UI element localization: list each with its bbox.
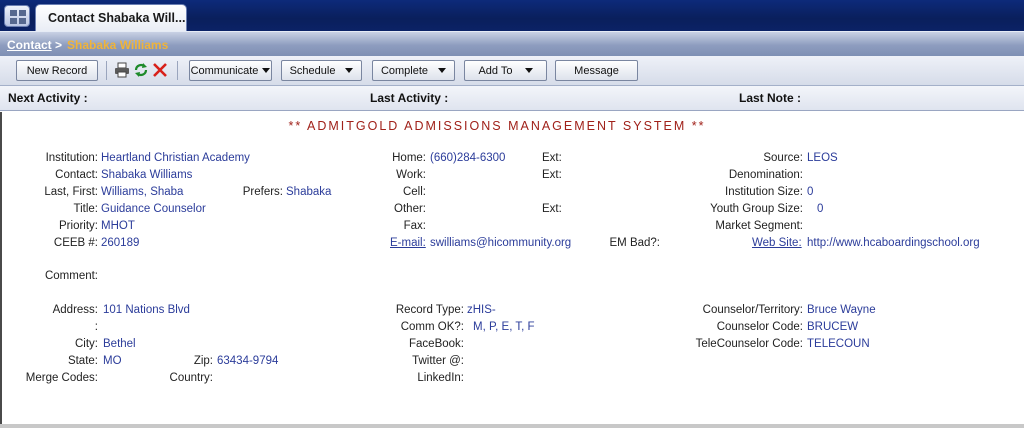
comm-ok-value[interactable]: M, P, E, T, F — [473, 321, 535, 333]
cell-phone-label: Cell: — [402, 186, 426, 198]
website-link[interactable]: Web Site: — [752, 237, 802, 249]
contact-detail-panel: ** ADMITGOLD ADMISSIONS MANAGEMENT SYSTE… — [0, 112, 1024, 428]
institution-label: Institution: — [45, 152, 98, 164]
breadcrumb-separator: > — [55, 38, 63, 52]
institution-size-label: Institution Size: — [725, 186, 803, 198]
work-phone-label: Work: — [396, 169, 426, 181]
home-ext-label: Ext: — [542, 152, 562, 164]
prefers-label: Prefers: — [242, 186, 283, 198]
communicate-dropdown[interactable]: Communicate — [189, 60, 272, 81]
other-phone-label: Other: — [394, 203, 426, 215]
other-ext-label: Ext: — [542, 203, 562, 215]
city-label: City: — [75, 338, 98, 350]
country-label: Country: — [169, 372, 213, 384]
institution-value[interactable]: Heartland Christian Academy — [101, 152, 250, 164]
schedule-label: Schedule — [289, 64, 336, 77]
comm-ok-label: Comm OK?: — [400, 321, 464, 333]
telecounselor-code-label: TeleCounselor Code: — [695, 338, 803, 350]
caret-down-icon — [262, 68, 271, 73]
twitter-label: Twitter @: — [412, 355, 464, 367]
home-phone-label: Home: — [392, 152, 426, 164]
comment-label: Comment: — [44, 270, 98, 282]
bottom-border — [0, 424, 1024, 428]
add-to-label: Add To — [478, 64, 513, 77]
youth-group-size-value[interactable]: 0 — [817, 203, 823, 215]
communicate-label: Communicate — [190, 64, 259, 77]
complete-dropdown[interactable]: Complete — [372, 60, 455, 81]
new-record-label: New Record — [26, 64, 88, 77]
address-value[interactable]: 101 Nations Blvd — [103, 304, 190, 316]
toolbar: New Record Communicate Schedule Complete… — [0, 56, 1024, 86]
refresh-icon[interactable] — [133, 62, 149, 78]
breadcrumb: Contact > Shabaka Williams — [0, 31, 1024, 56]
activity-bar: Next Activity : Last Activity : Last Not… — [0, 86, 1024, 111]
address-line2-label: : — [94, 321, 98, 333]
record-type-value[interactable]: zHIS- — [467, 304, 496, 316]
denomination-label: Denomination: — [728, 169, 803, 181]
printer-icon[interactable] — [114, 62, 130, 78]
delete-icon[interactable] — [152, 62, 168, 78]
new-record-button[interactable]: New Record — [16, 60, 98, 81]
tab-contact[interactable]: Contact Shabaka Will... — [35, 4, 187, 31]
zip-value[interactable]: 63434-9794 — [217, 355, 278, 367]
em-bad-label: EM Bad?: — [609, 237, 661, 249]
last-first-label: Last, First: — [44, 186, 98, 198]
linkedin-label: LinkedIn: — [417, 372, 464, 384]
last-note-label: Last Note : — [739, 91, 802, 105]
last-activity-label: Last Activity : — [370, 91, 449, 105]
address-label: Address: — [52, 304, 98, 316]
caret-down-icon — [345, 68, 354, 73]
title-label: Title: — [73, 203, 99, 215]
schedule-dropdown[interactable]: Schedule — [281, 60, 362, 81]
zip-label: Zip: — [193, 355, 213, 367]
grid-icon[interactable] — [4, 5, 30, 27]
state-value[interactable]: MO — [103, 355, 122, 367]
caret-down-icon — [524, 68, 533, 73]
work-ext-label: Ext: — [542, 169, 562, 181]
email-link[interactable]: E-mail: — [390, 237, 426, 249]
toolbar-divider — [106, 61, 107, 80]
add-to-dropdown[interactable]: Add To — [464, 60, 547, 81]
priority-value[interactable]: MHOT — [101, 220, 135, 232]
email-value[interactable]: swilliams@hicommunity.org — [430, 237, 571, 249]
last-first-value[interactable]: Williams, Shaba — [101, 186, 183, 198]
complete-label: Complete — [380, 64, 429, 77]
merge-codes-label: Merge Codes: — [25, 372, 98, 384]
caret-down-icon — [438, 68, 447, 73]
website-value[interactable]: http://www.hcaboardingschool.org — [807, 237, 980, 249]
message-button[interactable]: Message — [555, 60, 638, 81]
message-label: Message — [574, 64, 619, 77]
contact-value[interactable]: Shabaka Williams — [101, 169, 192, 181]
system-banner: ** ADMITGOLD ADMISSIONS MANAGEMENT SYSTE… — [288, 119, 706, 133]
city-value[interactable]: Bethel — [103, 338, 136, 350]
prefers-value[interactable]: Shabaka — [286, 186, 331, 198]
institution-size-value[interactable]: 0 — [807, 186, 813, 198]
counselor-code-label: Counselor Code: — [716, 321, 803, 333]
title-value[interactable]: Guidance Counselor — [101, 203, 206, 215]
state-label: State: — [67, 355, 98, 367]
breadcrumb-current: Shabaka Williams — [67, 38, 169, 52]
priority-label: Priority: — [59, 220, 98, 232]
source-value[interactable]: LEOS — [807, 152, 838, 164]
counselor-code-value[interactable]: BRUCEW — [807, 321, 858, 333]
record-type-label: Record Type: — [395, 304, 464, 316]
toolbar-divider — [177, 61, 178, 80]
next-activity-label: Next Activity : — [8, 91, 88, 105]
source-label: Source: — [763, 152, 803, 164]
counselor-territory-label: Counselor/Territory: — [702, 304, 803, 316]
market-segment-label: Market Segment: — [715, 220, 803, 232]
contact-label: Contact: — [55, 169, 98, 181]
ceeb-label: CEEB #: — [53, 237, 98, 249]
tab-bar: Contact Shabaka Will... — [0, 0, 1024, 31]
counselor-territory-value[interactable]: Bruce Wayne — [807, 304, 876, 316]
fax-label: Fax: — [403, 220, 426, 232]
facebook-label: FaceBook: — [409, 338, 464, 350]
breadcrumb-root-link[interactable]: Contact — [7, 38, 52, 52]
youth-group-size-label: Youth Group Size: — [710, 203, 803, 215]
home-phone-value[interactable]: (660)284-6300 — [430, 152, 505, 164]
ceeb-value[interactable]: 260189 — [101, 237, 139, 249]
telecounselor-code-value[interactable]: TELECOUN — [807, 338, 870, 350]
